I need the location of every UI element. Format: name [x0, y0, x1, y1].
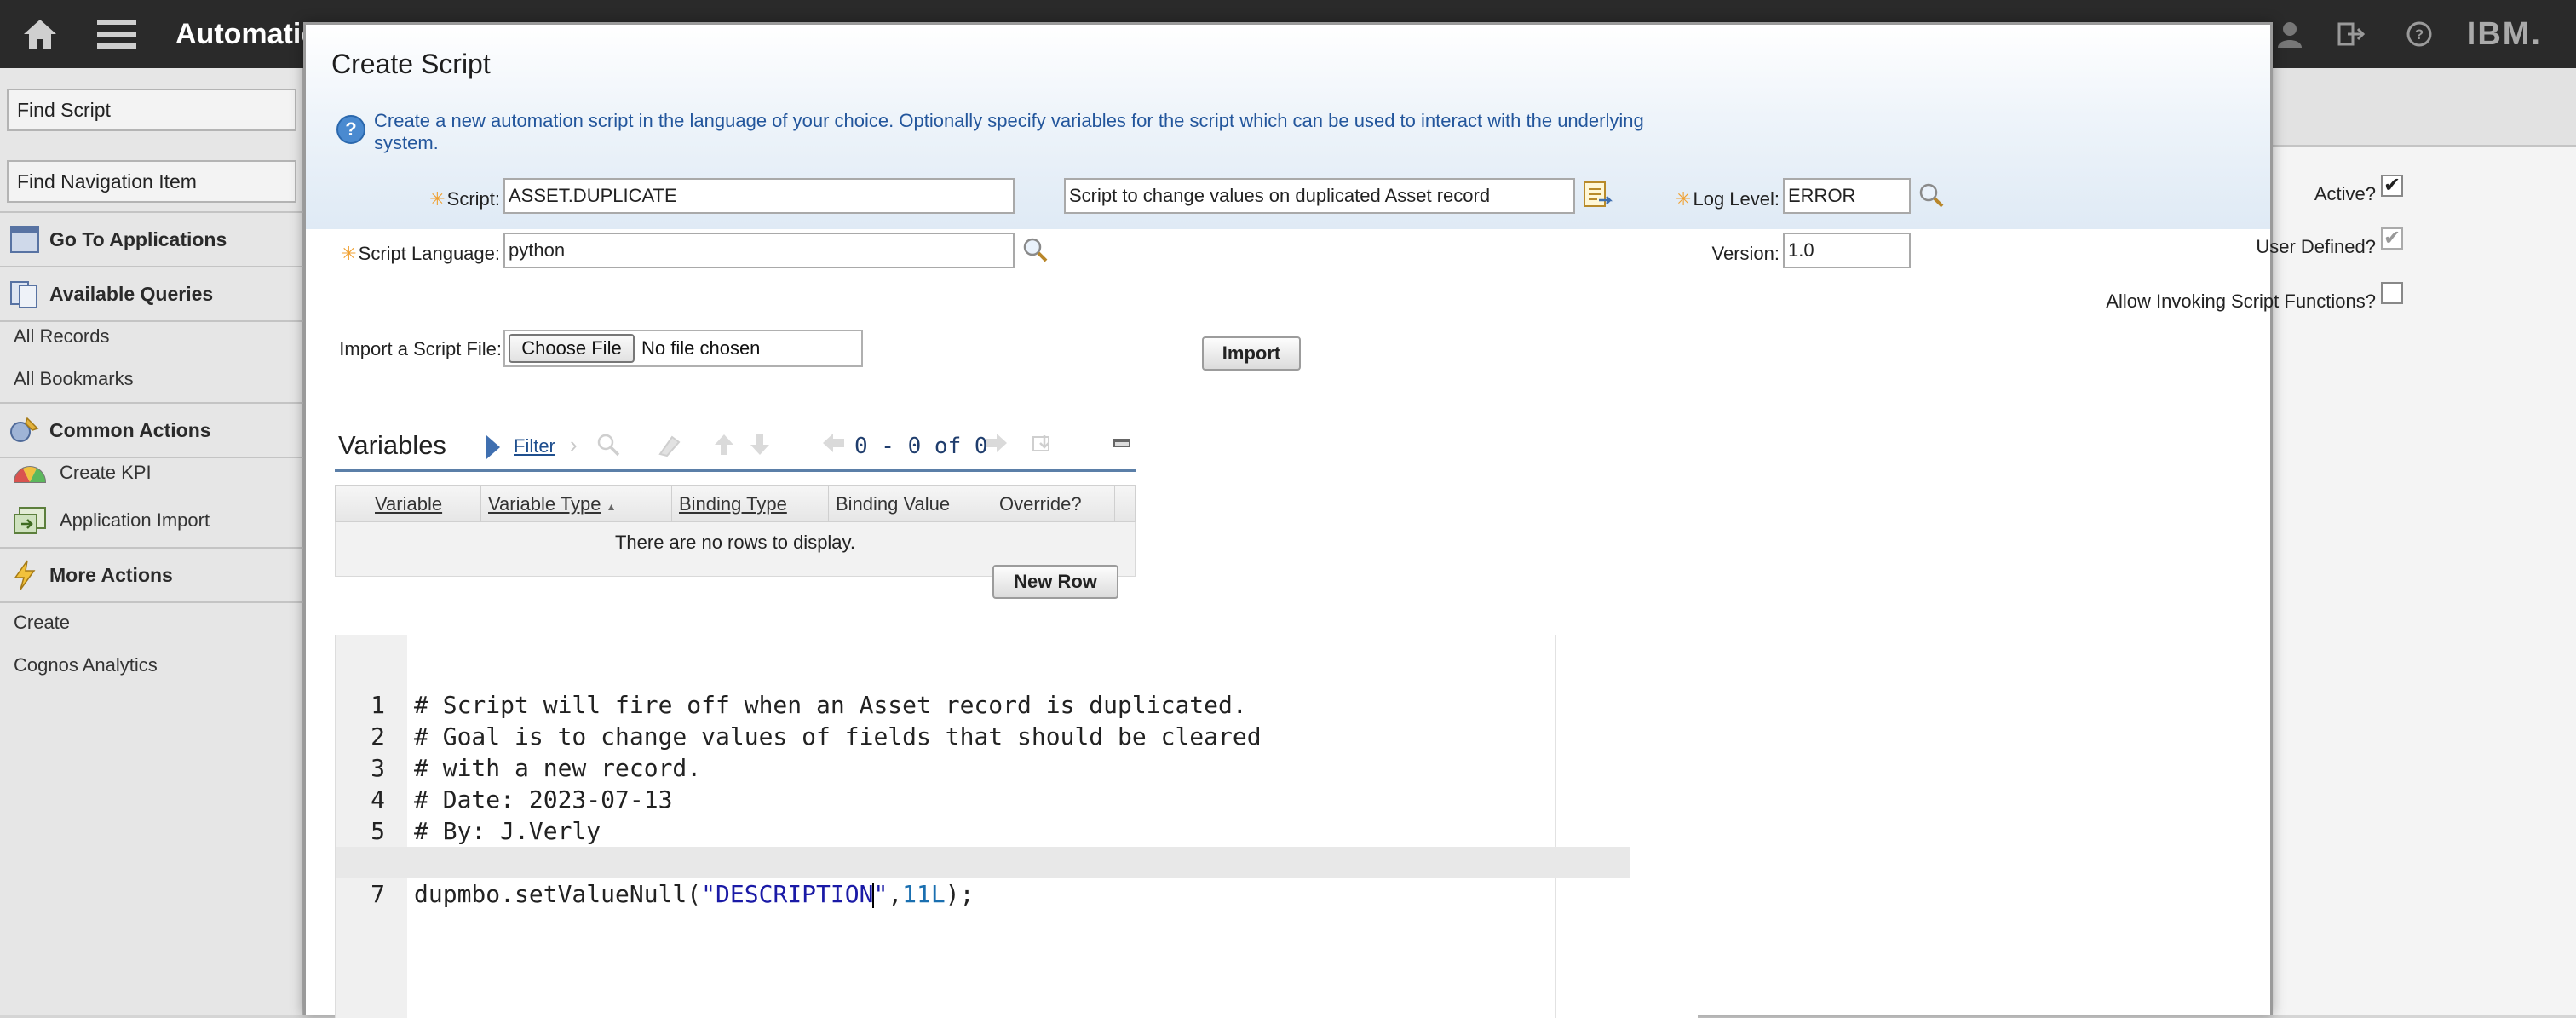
col-override: Override?: [992, 486, 1082, 523]
col-variable[interactable]: Variable: [368, 486, 442, 523]
allow-invoking-checkbox[interactable]: [2381, 282, 2403, 304]
code-line: 5 # By: J.Verly: [371, 817, 601, 845]
chevron-right-icon: ›: [570, 432, 578, 457]
user-defined-checkbox: ✔: [2381, 227, 2403, 250]
log-level-lookup-icon[interactable]: [1918, 181, 1945, 213]
download-icon: [1032, 432, 1057, 462]
create-script-dialog: Create Script ? Create a new automation …: [303, 22, 2403, 1018]
info-help-icon[interactable]: ?: [336, 115, 365, 144]
minimize-table-icon[interactable]: [1113, 439, 1130, 447]
nav-more-actions[interactable]: More Actions: [0, 549, 303, 601]
choose-file-button[interactable]: Choose File: [509, 334, 635, 363]
nav-all-records[interactable]: All Records: [14, 325, 109, 348]
user-defined-label: User Defined?: [2256, 236, 2376, 257]
active-checkbox[interactable]: ✔: [2381, 175, 2403, 197]
variables-header-rule: [335, 469, 1136, 472]
code-line: 3 # with a new record.: [371, 754, 702, 782]
find-script-input[interactable]: Find Script: [7, 89, 296, 131]
find-icon: [595, 432, 621, 463]
active-label: Active?: [2314, 183, 2376, 204]
menu-icon[interactable]: [92, 0, 141, 68]
log-level-label: ✳Log Level:: [1676, 188, 1780, 210]
nav-available-queries[interactable]: Available Queries: [0, 267, 303, 320]
nav-common-actions[interactable]: Common Actions: [0, 404, 303, 457]
background-content: [2266, 68, 2576, 1015]
version-label: Version:: [1711, 243, 1780, 264]
allow-invoking-label: Allow Invoking Script Functions?: [2106, 290, 2376, 312]
log-level-input[interactable]: ERROR: [1783, 178, 1911, 214]
script-language-input[interactable]: python: [503, 233, 1015, 268]
code-line: 2 # Goal is to change values of fields th…: [371, 722, 1262, 751]
ibm-logo: IBM.: [2466, 16, 2542, 52]
nav-create[interactable]: Create: [14, 612, 70, 634]
previous-page-icon: [820, 432, 846, 460]
long-description-icon[interactable]: [1582, 180, 1613, 215]
file-input[interactable]: Choose File No file chosen: [503, 330, 863, 367]
sidebar: Find Script Find Navigation Item Go To A…: [0, 68, 303, 1015]
common-actions-icon: [0, 415, 49, 446]
filter-expand-icon[interactable]: [486, 435, 500, 459]
nav-application-import[interactable]: Application Import: [0, 506, 210, 535]
script-label: ✳Script:: [429, 188, 500, 210]
version-input[interactable]: 1.0: [1783, 233, 1911, 268]
pager-text: 0 - 0 of 0: [854, 434, 988, 459]
background-toolbar: [2266, 68, 2576, 147]
import-button[interactable]: Import: [1202, 336, 1301, 371]
lightning-icon: [0, 559, 49, 591]
nav-cognos-analytics[interactable]: Cognos Analytics: [14, 654, 158, 676]
dialog-description: Create a new automation script in the la…: [374, 110, 1644, 153]
application-import-icon: [0, 506, 60, 535]
applications-icon: [0, 225, 49, 254]
kpi-gauge-icon: [0, 462, 60, 484]
nav-go-to-applications[interactable]: Go To Applications: [0, 213, 303, 266]
logout-icon[interactable]: [2327, 0, 2375, 68]
code-line: 6: [336, 815, 1699, 877]
script-description-input[interactable]: Script to change values on duplicated As…: [1064, 178, 1575, 214]
code-line: 1 # Script will fire off when an Asset re…: [371, 691, 1247, 719]
import-script-file-label: Import a Script File:: [339, 338, 502, 359]
app-title: Automatic: [175, 18, 318, 50]
col-binding-value: Binding Value: [828, 486, 950, 523]
arrow-down-icon: [749, 432, 771, 463]
arrow-up-icon: [713, 432, 735, 463]
home-icon[interactable]: [15, 0, 65, 68]
user-icon[interactable]: [2266, 0, 2314, 68]
script-name-input[interactable]: ASSET.DUPLICATE: [503, 178, 1015, 214]
queries-icon: [0, 279, 49, 309]
new-row-button[interactable]: New Row: [992, 565, 1118, 599]
svg-text:?: ?: [2415, 26, 2424, 43]
script-language-lookup-icon[interactable]: [1021, 236, 1049, 267]
sort-ascending-icon: ▲: [606, 501, 617, 513]
dialog-title: Create Script: [331, 49, 491, 79]
code-line-active: 7 dupmbo.setValueNull("DESCRIPTION",11L);: [336, 847, 1630, 908]
script-language-label: ✳Script Language:: [341, 243, 500, 264]
nav-create-kpi[interactable]: Create KPI: [0, 462, 152, 484]
find-navigation-input[interactable]: Find Navigation Item: [7, 160, 296, 203]
no-file-chosen-text: No file chosen: [641, 337, 761, 359]
variables-title: Variables: [338, 430, 446, 460]
filter-link[interactable]: Filter: [514, 435, 555, 457]
nav-all-bookmarks[interactable]: All Bookmarks: [14, 368, 134, 390]
help-icon[interactable]: ?: [2395, 0, 2443, 68]
variables-table-header: Variable Variable Type ▲ Binding Type Bi…: [335, 485, 1136, 523]
next-page-icon: [984, 432, 1009, 460]
code-line: 4 # Date: 2023-07-13: [371, 785, 673, 814]
code-editor[interactable]: 1 # Script will fire off when an Asset re…: [335, 635, 1698, 1018]
col-variable-type[interactable]: Variable Type ▲: [480, 486, 617, 523]
clear-filter-icon: [657, 432, 682, 463]
col-binding-type[interactable]: Binding Type: [671, 486, 787, 523]
